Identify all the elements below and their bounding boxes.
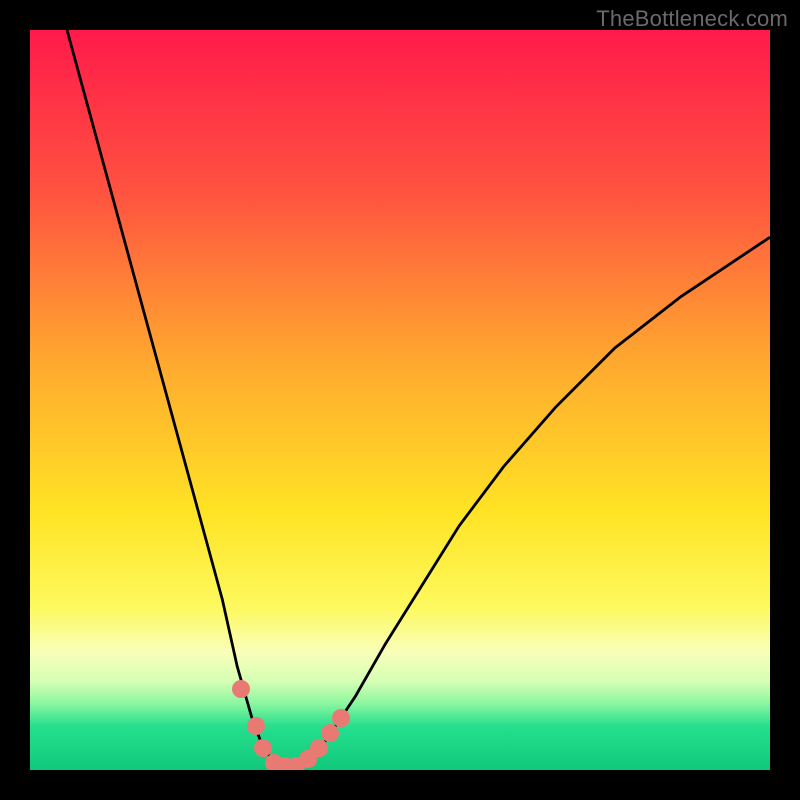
watermark-text: TheBottleneck.com: [596, 6, 788, 32]
data-marker: [232, 680, 250, 698]
curve-layer: [30, 30, 770, 770]
data-marker: [332, 709, 350, 727]
data-marker: [247, 717, 265, 735]
data-marker: [321, 724, 339, 742]
plot-area: [30, 30, 770, 770]
bottleneck-curve: [67, 30, 770, 770]
data-marker: [310, 739, 328, 757]
